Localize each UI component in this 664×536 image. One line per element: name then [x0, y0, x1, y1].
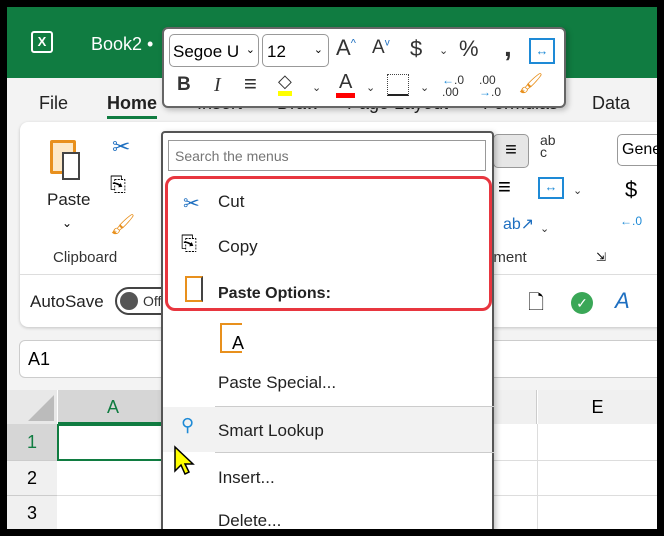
- paste-options-icon: [185, 276, 203, 302]
- borders-dropdown-icon[interactable]: ⌄: [420, 81, 429, 94]
- menu-item-paste-special[interactable]: Paste Special...: [218, 373, 336, 393]
- currency-dropdown-icon[interactable]: ⌄: [439, 44, 448, 57]
- paste-button[interactable]: Paste: [47, 190, 90, 210]
- search-menus-input[interactable]: [168, 140, 486, 171]
- autosave-state: Off: [143, 293, 162, 309]
- save-as-icon[interactable]: 🗋: [528, 288, 544, 322]
- comma-style-button[interactable]: ,: [504, 31, 512, 63]
- cut-icon: ✂: [183, 193, 200, 215]
- smart-lookup-icon: ⚲: [181, 415, 195, 435]
- align-center-button[interactable]: ≡: [244, 71, 257, 97]
- name-box[interactable]: A1: [19, 340, 169, 378]
- merge-center-button[interactable]: ↔: [529, 38, 555, 64]
- excel-window: X Book2 • File Home Insert Draw Page Lay…: [7, 7, 657, 529]
- menu-item-copy[interactable]: Copy: [218, 237, 258, 257]
- decrease-decimal-button[interactable]: .00 →.0: [479, 74, 501, 98]
- font-size-dropdown[interactable]: 12 ⌄: [262, 34, 329, 67]
- orientation-icon[interactable]: ab↗: [503, 214, 534, 234]
- mouse-cursor-icon: [174, 445, 195, 476]
- column-line-e: [537, 424, 538, 529]
- font-color-button[interactable]: A: [336, 71, 356, 98]
- cut-icon[interactable]: ✂: [112, 134, 130, 160]
- copy-icon[interactable]: ⎘: [110, 174, 126, 197]
- merge-center-icon[interactable]: ↔: [538, 177, 564, 199]
- paste-formatting-button[interactable]: A: [220, 323, 244, 353]
- italic-button[interactable]: I: [214, 74, 221, 97]
- menu-item-cut[interactable]: Cut: [218, 192, 244, 212]
- row-header-2[interactable]: 2: [7, 460, 57, 495]
- menu-item-insert[interactable]: Insert...: [218, 468, 275, 488]
- row-header-1[interactable]: 1: [7, 424, 57, 460]
- number-format-dropdown[interactable]: General: [617, 134, 657, 166]
- align-right-icon[interactable]: ≡: [498, 174, 511, 200]
- column-header-e[interactable]: E: [538, 390, 657, 424]
- autosave-label: AutoSave: [30, 292, 104, 311]
- borders-button[interactable]: [387, 74, 409, 96]
- font-color-dropdown-icon[interactable]: ⌄: [366, 81, 375, 94]
- paste-options-label: Paste Options:: [218, 285, 331, 302]
- currency-icon[interactable]: $: [625, 177, 637, 203]
- context-menu: ✂ Cut ⎘ Copy Paste Options: A Paste Spec…: [161, 131, 494, 529]
- menu-item-smart-lookup[interactable]: Smart Lookup: [218, 421, 324, 441]
- excel-icon: X: [31, 31, 53, 53]
- tab-home[interactable]: Home: [107, 93, 158, 119]
- increase-decimal-icon[interactable]: ←.0: [620, 214, 642, 228]
- menu-separator: [215, 452, 494, 453]
- alignment-dialog-launcher[interactable]: ⇲: [596, 250, 606, 264]
- increase-decimal-button[interactable]: ←.0.00: [442, 74, 464, 98]
- tab-file[interactable]: File: [39, 93, 68, 114]
- wrap-text-icon[interactable]: ab c: [540, 133, 564, 159]
- document-title: Book2 •: [91, 34, 154, 54]
- column-header-gap: [487, 390, 537, 424]
- percent-button[interactable]: %: [459, 36, 479, 62]
- font-a-icon[interactable]: A: [615, 288, 630, 314]
- select-all-button[interactable]: [7, 390, 57, 424]
- row-header-3[interactable]: 3: [7, 495, 57, 529]
- font-size-value: 12: [267, 42, 286, 61]
- fill-color-button[interactable]: ◇: [278, 71, 292, 96]
- font-name-dropdown[interactable]: Segoe U ⌄: [169, 34, 259, 67]
- merge-dropdown-icon[interactable]: ⌄: [573, 184, 582, 197]
- check-icon[interactable]: ✓: [571, 292, 593, 314]
- increase-font-size-button[interactable]: A^: [336, 35, 356, 61]
- orientation-dropdown-icon[interactable]: ⌄: [540, 222, 549, 235]
- copy-icon: ⎘: [181, 233, 197, 255]
- format-painter-icon[interactable]: 🖌: [110, 212, 135, 237]
- currency-button[interactable]: $: [410, 36, 422, 62]
- format-painter-button[interactable]: 🖌: [518, 71, 543, 96]
- paste-icon-page: [62, 152, 80, 180]
- paste-dropdown-icon[interactable]: ⌄: [62, 216, 72, 230]
- fill-color-dropdown-icon[interactable]: ⌄: [312, 81, 321, 94]
- mini-toolbar: Segoe U ⌄ 12 ⌄ A^ Av $ ⌄ % , ↔ B I ≡ ◇ ⌄ A…: [162, 27, 566, 108]
- align-center-button[interactable]: ≡: [493, 134, 529, 168]
- column-header-a[interactable]: A: [58, 390, 168, 424]
- clipboard-group-label: Clipboard: [53, 249, 118, 266]
- menu-item-smart-lookup-hover[interactable]: [163, 407, 492, 452]
- decrease-font-size-button[interactable]: Av: [372, 37, 390, 59]
- bold-button[interactable]: B: [177, 74, 191, 96]
- menu-item-delete[interactable]: Delete...: [218, 511, 281, 529]
- formula-bar[interactable]: [487, 340, 657, 378]
- cell-a1-selected[interactable]: [57, 424, 167, 461]
- tab-data[interactable]: Data: [592, 93, 630, 114]
- font-name-value: Segoe U: [173, 42, 240, 61]
